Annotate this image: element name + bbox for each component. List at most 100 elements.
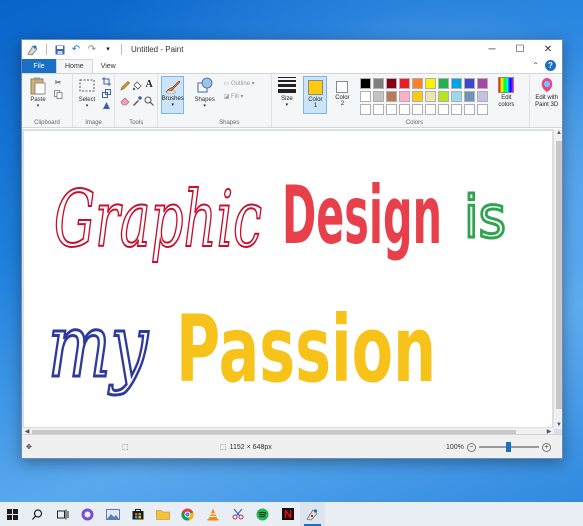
selection-icon: ⬚ (122, 444, 129, 451)
magnifier-icon[interactable] (144, 96, 155, 106)
window-controls: ─ ☐ ✕ (478, 40, 562, 59)
zoom-slider[interactable] (478, 442, 539, 452)
fill-option[interactable]: ◪ Fill ▾ (224, 93, 244, 100)
palette-swatch[interactable] (373, 91, 385, 102)
shapes-group-label: Shapes (219, 120, 240, 126)
palette-swatch[interactable] (412, 91, 424, 102)
colors-group: Color 1 Color 2 Edit colors Colors (300, 74, 528, 127)
palette-swatch[interactable] (425, 91, 437, 102)
text-tool-icon[interactable]: A (144, 80, 154, 90)
tab-file[interactable]: File (22, 59, 56, 73)
clipboard-group: Paste ▾ ✂ Clipboard (22, 74, 73, 127)
palette-swatch[interactable] (399, 104, 411, 115)
palette-swatch[interactable] (438, 104, 450, 115)
vertical-scrollbar[interactable]: ▲ ▼ (554, 129, 562, 429)
word-passion: Passion (176, 296, 436, 403)
edit-colors-button[interactable]: Edit colors (494, 77, 518, 109)
outline-option[interactable]: ▭ Outline ▾ (224, 80, 255, 87)
palette-swatch[interactable] (438, 91, 450, 102)
task-view-icon[interactable] (50, 502, 75, 526)
palette-swatch[interactable] (425, 104, 437, 115)
palette-swatch[interactable] (386, 104, 398, 115)
cut-icon[interactable]: ✂ (53, 78, 63, 88)
tab-view[interactable]: View (93, 59, 124, 73)
scroll-up-icon[interactable]: ▲ (554, 130, 562, 136)
paint-icon[interactable] (300, 502, 325, 526)
palette-swatch[interactable] (464, 78, 476, 89)
maximize-button[interactable]: ☐ (506, 40, 534, 59)
store-icon[interactable] (125, 502, 150, 526)
color2-button[interactable]: Color 2 (330, 76, 354, 114)
edit-colors-label-2: colors (498, 102, 515, 108)
copy-icon[interactable] (53, 90, 63, 100)
zoom-slider-thumb[interactable] (506, 442, 512, 452)
palette-swatch[interactable] (360, 91, 372, 102)
palette-swatch[interactable] (412, 104, 424, 115)
palette-swatch[interactable] (477, 104, 489, 115)
pencil-icon[interactable] (120, 81, 131, 91)
color1-swatch (307, 80, 323, 95)
snipping-icon[interactable] (225, 502, 250, 526)
scroll-down-icon[interactable]: ▼ (554, 422, 562, 428)
brushes-button[interactable]: Brushes ▾ (161, 76, 185, 114)
palette-swatch[interactable] (399, 91, 411, 102)
palette-swatch[interactable] (451, 104, 463, 115)
palette-swatch[interactable] (464, 91, 476, 102)
edit-with-paint3d-button[interactable]: Edit with Paint 3D (532, 77, 562, 109)
tab-home[interactable]: Home (56, 59, 93, 73)
fill-bucket-icon[interactable] (132, 81, 142, 91)
minimize-button[interactable]: ─ (478, 40, 506, 59)
undo-icon[interactable]: ↶ (70, 44, 82, 56)
windows-start-icon[interactable] (0, 502, 25, 526)
palette-swatch[interactable] (373, 104, 385, 115)
palette-swatch[interactable] (399, 78, 411, 89)
palette-swatch[interactable] (386, 91, 398, 102)
save-icon[interactable] (54, 44, 66, 56)
resize-icon[interactable] (102, 89, 112, 99)
palette-swatch[interactable] (477, 78, 489, 89)
select-button[interactable]: Select ▾ (76, 77, 98, 109)
vertical-scroll-thumb[interactable] (556, 141, 562, 409)
paste-button[interactable]: Paste ▾ (27, 77, 49, 109)
palette-swatch[interactable] (451, 91, 463, 102)
palette-swatch[interactable] (412, 78, 424, 89)
collapse-ribbon-icon[interactable]: ⌃ (532, 61, 539, 70)
redo-icon[interactable]: ↷ (86, 44, 98, 56)
canvas-dimensions: 1152 × 648px (229, 443, 272, 451)
palette-swatch[interactable] (477, 91, 489, 102)
palette-swatch[interactable] (360, 78, 372, 89)
browser-icon[interactable] (75, 502, 100, 526)
drawing-canvas[interactable]: Graphic Design is my Passion (24, 131, 552, 427)
color-picker-icon[interactable] (132, 96, 142, 106)
crop-icon[interactable] (102, 77, 112, 87)
customize-dropdown-icon[interactable]: ▾ (102, 44, 114, 56)
vlc-icon[interactable] (200, 502, 225, 526)
chrome-icon[interactable] (175, 502, 200, 526)
close-button[interactable]: ✕ (534, 40, 562, 59)
palette-swatch[interactable] (373, 78, 385, 89)
help-icon[interactable]: ? (545, 60, 556, 71)
search-icon[interactable] (25, 502, 50, 526)
canvas-area: Graphic Design is my Passion ▲ ▼ ◀ ▶ (22, 129, 562, 436)
palette-swatch[interactable] (360, 104, 372, 115)
brushes-group: Brushes ▾ (158, 74, 187, 127)
file-explorer-icon[interactable] (150, 502, 175, 526)
palette-swatch[interactable] (386, 78, 398, 89)
edit-colors-label-1: Edit (501, 95, 512, 101)
rotate-icon[interactable] (102, 101, 112, 111)
zoom-in-button[interactable]: + (541, 442, 551, 452)
netflix-icon[interactable] (275, 502, 300, 526)
photos-icon[interactable] (100, 502, 125, 526)
color1-button[interactable]: Color 1 (303, 76, 328, 114)
size-button[interactable]: Size ▾ (276, 77, 298, 108)
palette-swatch[interactable] (425, 78, 437, 89)
palette-swatch[interactable] (464, 104, 476, 115)
palette-swatch[interactable] (438, 78, 450, 89)
spotify-icon[interactable] (250, 502, 275, 526)
shapes-button[interactable]: Shapes ▾ (191, 77, 219, 109)
zoom-out-button[interactable]: − (466, 442, 476, 452)
palette-swatch[interactable] (451, 78, 463, 89)
eraser-icon[interactable] (120, 96, 130, 106)
taskbar (0, 502, 583, 526)
word-graphic: Graphic (54, 175, 262, 265)
